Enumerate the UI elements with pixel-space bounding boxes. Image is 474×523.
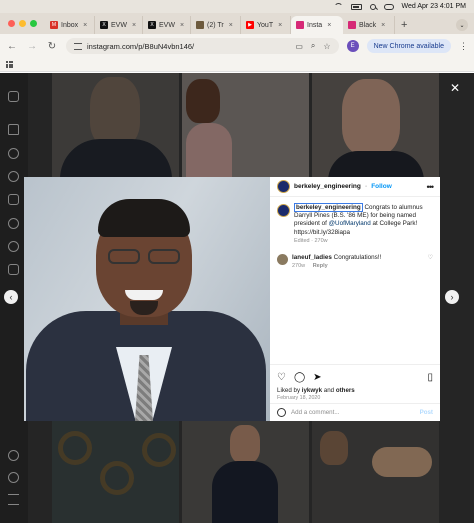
control-center-icon[interactable] [383,3,394,10]
next-post-arrow-icon[interactable]: › [445,290,459,304]
tab-label: (2) Tr [207,21,224,29]
avatar[interactable] [277,253,288,265]
tab-label: EVW [111,21,127,29]
previous-post-arrow-icon[interactable]: ‹ [4,290,18,304]
battery-icon[interactable] [350,3,362,10]
close-icon[interactable]: × [278,22,282,29]
comment-text: Congratulations!! [331,253,382,261]
close-icon[interactable]: × [132,22,136,29]
youtube-icon: ▶ [246,21,254,29]
avatar[interactable] [277,204,290,217]
close-icon[interactable]: × [83,22,87,29]
reload-icon[interactable]: ↻ [46,41,58,52]
apps-grid-icon[interactable] [6,61,13,68]
back-arrow-icon[interactable]: ← [6,41,18,52]
tab-instagram-black[interactable]: Black × [343,16,395,34]
likes-summary: Liked by iykwyk and others [277,387,355,394]
liked-by-user[interactable]: iykwyk [302,387,322,394]
add-comment-input[interactable]: Add a comment... [291,409,340,416]
tab-evw-1[interactable]: X EVW × [95,16,143,34]
comment-username[interactable]: laneuf_ladies [292,254,332,261]
zoom-icon[interactable]: ⌕ [311,41,315,51]
profile-avatar[interactable]: E [346,40,359,52]
post-actions: ♡ ◯ ➤ ▯ Liked by iykwyk and others Febru… [270,364,440,401]
install-app-icon[interactable]: ▭ [295,42,303,51]
tab-label: Black [359,21,377,29]
zoom-window-button[interactable] [30,20,37,27]
caption-username[interactable]: berkeley_engineering [294,203,363,212]
instagram-icon [348,21,356,29]
save-bookmark-icon[interactable]: ▯ [427,372,433,383]
search-icon[interactable] [369,3,376,10]
comment-age: 270w [292,263,306,270]
comment-bubble-icon[interactable]: ◯ [294,372,305,383]
tab-instagram-active[interactable]: Insta × [291,16,343,34]
close-icon[interactable]: × [381,22,385,29]
close-icon[interactable]: ✕ [450,81,460,95]
gmail-icon: M [50,21,58,29]
follow-button[interactable]: Follow [371,183,392,190]
share-send-icon[interactable]: ➤ [313,372,321,383]
tab-youtube[interactable]: ▶ YouT × [241,16,291,34]
post-username[interactable]: berkeley_engineering [294,183,361,190]
menu-bar: Wed Apr 23 4:01 PM [0,0,474,13]
tab-label: Insta [307,21,323,29]
post-comment-button[interactable]: Post [420,409,433,416]
tab-evw-2[interactable]: X EVW × [143,16,191,34]
tab-tr[interactable]: (2) Tr × [191,16,241,34]
reply-button[interactable]: Reply [313,263,328,269]
url-text[interactable]: instagram.com/p/B8uN4vbn146/ [87,42,194,51]
wifi-icon[interactable] [333,3,343,10]
address-bar[interactable]: instagram.com/p/B8uN4vbn146/ ▭ ⌕ ☆ [66,38,339,54]
close-icon[interactable]: × [180,22,184,29]
instagram-page: ✕ ‹ › berkeley_engineering · Follow ••• [0,73,474,523]
tab-search-chevron-icon[interactable]: ⌄ [456,19,468,31]
chrome-menu-icon[interactable]: ⋮ [459,41,468,52]
liked-by-others[interactable]: others [336,387,355,394]
close-icon[interactable]: × [327,22,331,29]
x-icon: X [100,21,108,29]
comment: laneuf_ladies Congratulations!! 270w Rep… [270,244,440,269]
mention-link[interactable]: @UofMaryland [329,220,371,227]
minimize-window-button[interactable] [19,20,26,27]
clock[interactable]: Wed Apr 23 4:01 PM [402,3,466,10]
post-photo[interactable] [24,177,270,421]
bookmarks-bar [0,58,474,72]
post-date: February 18, 2020 [277,395,321,401]
window-controls [4,13,45,34]
post-modal: berkeley_engineering · Follow ••• berkel… [24,177,440,421]
bookmark-star-icon[interactable]: ☆ [323,42,330,51]
tab-label: Inbox [61,21,79,29]
tab-strip: M Inbox × X EVW × X EVW × (2) Tr × ▶ You… [0,13,474,34]
instagram-icon [296,21,304,29]
post-header: berkeley_engineering · Follow ••• [270,177,440,197]
x-icon: X [148,21,156,29]
post-side-panel: berkeley_engineering · Follow ••• berkel… [270,177,440,421]
forward-arrow-icon[interactable]: → [26,41,38,52]
more-options-icon[interactable]: ••• [427,182,435,192]
close-icon[interactable]: × [229,22,233,29]
new-chrome-available-button[interactable]: New Chrome available [366,39,451,53]
site-icon [196,21,204,29]
caption-meta: Edited · 270w [294,237,328,244]
new-tab-button[interactable]: + [395,16,413,34]
post-caption: berkeley_engineering Congrats to alumnus… [270,197,440,244]
emoji-icon[interactable] [277,408,286,417]
tab-inbox[interactable]: M Inbox × [45,16,95,34]
like-heart-icon[interactable]: ♡ [277,372,286,383]
site-info-icon[interactable] [74,42,82,50]
toolbar: ← → ↻ instagram.com/p/B8uN4vbn146/ ▭ ⌕ ☆… [0,34,474,58]
add-comment-bar: Add a comment... Post [270,403,440,421]
tab-label: EVW [159,21,175,29]
avatar[interactable] [277,180,290,193]
tab-label: YouT [257,21,274,29]
like-comment-heart-icon[interactable]: ♡ [428,254,433,261]
close-window-button[interactable] [8,20,15,27]
